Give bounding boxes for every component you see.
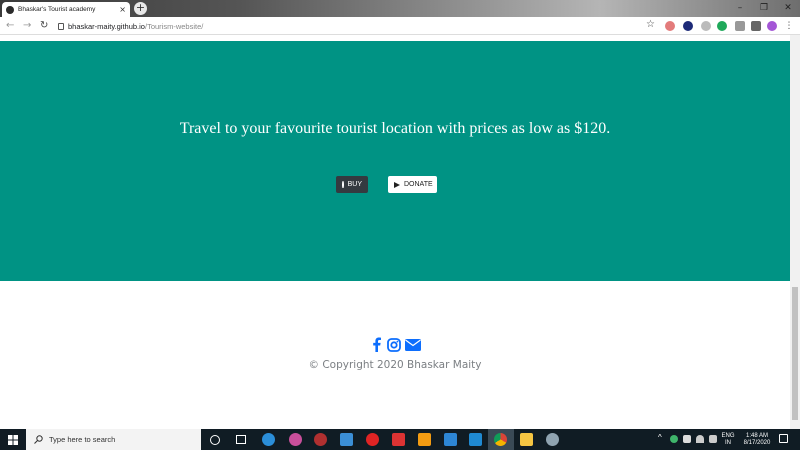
copyright-text: © Copyright 2020 Bhaskar Maity (308, 359, 482, 371)
file-explorer-icon[interactable] (520, 433, 533, 446)
scrollbar-thumb[interactable] (792, 287, 798, 420)
buy-button[interactable]: BUY (336, 176, 368, 193)
minimize-button[interactable]: – (728, 0, 752, 17)
app-icon[interactable] (546, 433, 559, 446)
language-bottom: IN (725, 440, 731, 446)
maximize-button[interactable]: ❐ (752, 0, 776, 17)
taskbar-search-input[interactable]: Type here to search (26, 429, 201, 450)
task-view-icon[interactable] (236, 435, 246, 444)
app-icon[interactable] (444, 433, 457, 446)
search-icon (34, 435, 43, 444)
windows-icon (8, 434, 18, 445)
hero-headline: Travel to your favourite tourist locatio… (179, 120, 611, 137)
forward-icon[interactable]: → (23, 19, 31, 33)
tray-app-icon[interactable] (670, 435, 678, 443)
url-path: /Tourism-website/ (144, 21, 204, 31)
search-placeholder: Type here to search (49, 435, 116, 444)
cortana-icon[interactable] (210, 435, 220, 445)
back-icon[interactable]: ← (6, 19, 14, 33)
browser-toolbar: ← → ↻ bhaskar-maity.github.io/Tourism-we… (0, 17, 800, 35)
social-links (0, 337, 790, 352)
lock-icon (58, 22, 64, 30)
extension-icon[interactable] (683, 21, 693, 31)
apple-icon (342, 181, 344, 188)
envelope-icon[interactable] (405, 337, 421, 352)
browser-tab-strip: Bhaskar's Tourist academy × + – ❐ ✕ (0, 0, 800, 17)
wifi-icon[interactable] (696, 435, 704, 443)
start-button[interactable] (0, 429, 26, 450)
donate-label: DONATE (404, 181, 433, 188)
tray-chevron-icon[interactable]: ^ (658, 434, 662, 442)
avatar[interactable] (767, 21, 777, 31)
clock-date: 8/17/2020 (743, 440, 771, 446)
play-icon (394, 181, 400, 188)
facebook-icon[interactable] (369, 337, 383, 352)
volume-icon[interactable] (709, 435, 717, 443)
windows-taskbar: Type here to search ^ ENG IN 1:48 AM 8/1… (0, 429, 800, 450)
close-window-button[interactable]: ✕ (776, 0, 800, 17)
opera-icon[interactable] (366, 433, 379, 446)
app-icon[interactable] (289, 433, 302, 446)
tab-close-icon[interactable]: × (119, 5, 126, 14)
bookmark-star-icon[interactable]: ☆ (646, 19, 655, 30)
notifications-icon[interactable] (779, 434, 788, 443)
clock[interactable]: 1:48 AM 8/17/2020 (740, 433, 774, 447)
globe-icon (6, 5, 14, 14)
app-icon[interactable] (392, 433, 405, 446)
buy-label: BUY (347, 181, 362, 188)
menu-dots-icon[interactable]: ⋮ (784, 21, 794, 31)
language-top: ENG (721, 433, 735, 439)
grammarly-icon[interactable] (717, 21, 727, 31)
clock-time: 1:48 AM (745, 433, 768, 439)
footer: © Copyright 2020 Bhaskar Maity (0, 281, 790, 429)
tab-title: Bhaskar's Tourist academy (18, 6, 96, 13)
edge-icon[interactable] (262, 433, 275, 446)
chrome-icon[interactable] (494, 433, 507, 446)
vertical-scrollbar[interactable] (790, 35, 800, 429)
hero-section: Travel to your favourite tourist locatio… (0, 41, 790, 281)
app-icon[interactable] (314, 433, 327, 446)
vscode-icon[interactable] (469, 433, 482, 446)
language-indicator[interactable]: ENG IN (720, 433, 736, 447)
puzzle-icon[interactable] (751, 21, 761, 31)
app-icon[interactable] (340, 433, 353, 446)
url-host: bhaskar-maity.github.io (68, 21, 145, 31)
battery-icon[interactable] (683, 435, 691, 443)
instagram-icon[interactable] (387, 337, 401, 352)
extension-icon[interactable] (665, 21, 675, 31)
donate-button[interactable]: DONATE (388, 176, 437, 193)
extension-icon[interactable] (701, 21, 711, 31)
new-tab-button[interactable]: + (134, 2, 147, 15)
extension-icon[interactable] (735, 21, 745, 31)
sublime-icon[interactable] (418, 433, 431, 446)
reload-icon[interactable]: ↻ (40, 19, 48, 33)
browser-tab[interactable]: Bhaskar's Tourist academy × (2, 2, 130, 17)
address-bar[interactable]: bhaskar-maity.github.io/Tourism-website/ (58, 19, 643, 33)
